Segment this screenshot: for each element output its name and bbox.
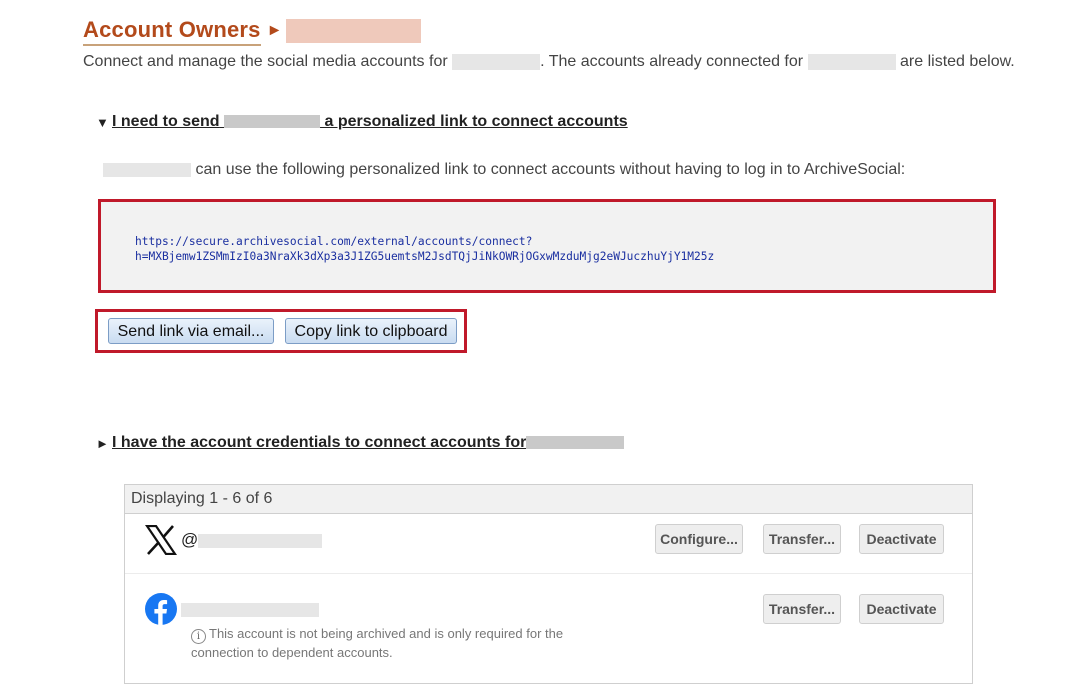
personalized-link-description: can use the following personalized link … (103, 160, 905, 180)
page-title[interactable]: Account Owners (83, 17, 261, 46)
intro-middle: . The accounts already connected for (540, 53, 804, 70)
redacted-name (224, 115, 321, 129)
account-note-text: This account is not being archived and i… (191, 626, 564, 660)
page-header: Account Owners ► (83, 16, 422, 46)
accounts-panel: Displaying 1 - 6 of 6 @ Configure... Tra… (124, 484, 973, 684)
handle-at-sign: @ (181, 530, 199, 549)
info-icon: i (191, 629, 206, 644)
expanded-triangle-icon: ▼ (96, 114, 109, 130)
personalized-link-section-title[interactable]: I need to send a personalized link to co… (112, 113, 628, 131)
row-divider (125, 573, 972, 574)
account-handle: @ (181, 529, 323, 551)
redacted-name (526, 436, 625, 450)
redacted-account-name (181, 602, 319, 617)
credentials-section-toggle[interactable]: ► I have the account credentials to conn… (96, 434, 625, 452)
x-logo-icon (145, 525, 177, 555)
account-name (181, 598, 319, 620)
breadcrumb-arrow-icon: ► (266, 22, 283, 39)
transfer-button[interactable]: Transfer... (763, 594, 841, 624)
redacted-owner-name (286, 19, 422, 43)
facebook-logo-icon (145, 593, 177, 625)
intro-text: Connect and manage the social media acco… (83, 52, 1015, 72)
personalized-link-box: https://secure.archivesocial.com/externa… (98, 199, 996, 293)
send-link-email-button[interactable]: Send link via email... (108, 318, 274, 344)
credentials-section-title[interactable]: I have the account credentials to connec… (112, 434, 625, 452)
deactivate-button[interactable]: Deactivate (859, 524, 944, 554)
displaying-count: Displaying 1 - 6 of 6 (125, 485, 972, 514)
copy-link-clipboard-button[interactable]: Copy link to clipboard (285, 318, 457, 344)
redacted-name (103, 162, 191, 177)
section-label-prefix: I have the account credentials to connec… (112, 434, 527, 451)
url-line-1: https://secure.archivesocial.com/externa… (135, 235, 533, 248)
url-line-2: h=MXBjemw1ZSMmIzI0a3NraXk3dXp3a3J1ZG5uem… (135, 250, 715, 263)
account-note: i This account is not being archived and … (191, 625, 581, 662)
link-action-buttons: Send link via email... Copy link to clip… (95, 309, 467, 353)
personalized-link-section-toggle[interactable]: ▼ I need to send a personalized link to … (96, 113, 628, 131)
collapsed-triangle-icon: ► (96, 435, 109, 451)
redacted-name (452, 53, 541, 70)
section-label-suffix: a personalized link to connect accounts (324, 113, 628, 130)
description-text: can use the following personalized link … (195, 161, 906, 178)
personalized-link-url[interactable]: https://secure.archivesocial.com/externa… (135, 234, 714, 264)
section-label-prefix: I need to send (112, 113, 220, 130)
intro-suffix: are listed below. (900, 53, 1015, 70)
deactivate-button[interactable]: Deactivate (859, 594, 944, 624)
intro-prefix: Connect and manage the social media acco… (83, 53, 448, 70)
transfer-button[interactable]: Transfer... (763, 524, 841, 554)
redacted-handle (198, 533, 323, 548)
configure-button[interactable]: Configure... (655, 524, 743, 554)
redacted-name (807, 53, 896, 70)
